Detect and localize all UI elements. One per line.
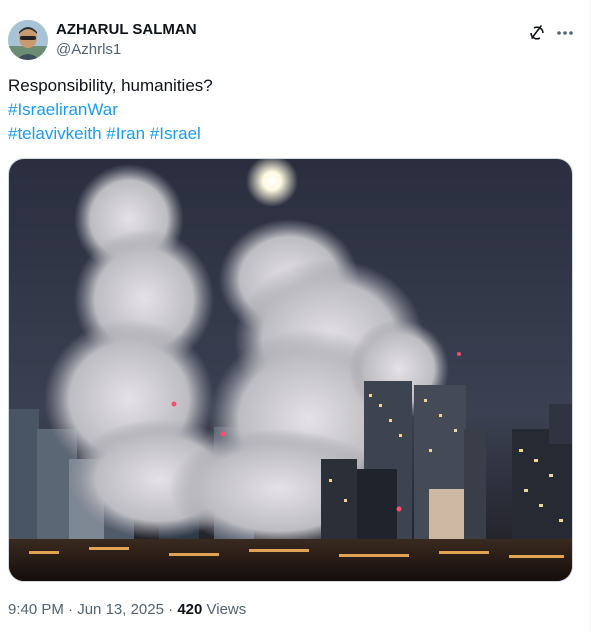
hashtag-iran[interactable]: #Iran xyxy=(106,124,145,143)
hashtag-israeliranwar[interactable]: #IsraeliranWar xyxy=(8,100,118,119)
hashtag-line-2: #telavivkeith #Iran #Israel xyxy=(8,122,568,146)
meta-separator-2: · xyxy=(168,601,174,618)
tweet-text-line: Responsibility, humanities? xyxy=(8,76,213,95)
author-handle[interactable]: @Azhrls1 xyxy=(56,40,121,60)
ground xyxy=(9,539,572,581)
tweet-card: AZHARUL SALMAN @Azhrls1 Responsibility, … xyxy=(0,0,591,632)
tweet-photo[interactable] xyxy=(8,158,573,582)
hashtag-telavivkeith[interactable]: #telavivkeith xyxy=(8,124,102,143)
meta-separator: · xyxy=(68,601,74,618)
night-city-photo xyxy=(9,159,572,581)
hashtag-israel[interactable]: #Israel xyxy=(150,124,201,143)
hashtag-line-1: #IsraeliranWar xyxy=(8,98,568,122)
avatar[interactable] xyxy=(8,20,48,60)
tweet-time[interactable]: 9:40 PM xyxy=(8,601,64,618)
views-count: 420 xyxy=(177,601,203,618)
grok-icon[interactable] xyxy=(526,22,548,44)
views-label: Views xyxy=(206,601,247,618)
tweet-date[interactable]: Jun 13, 2025 xyxy=(77,601,164,618)
tweet-text: Responsibility, humanities? #IsraeliranW… xyxy=(8,74,568,146)
tweet-meta: 9:40 PM · Jun 13, 2025 · 420 Views xyxy=(8,600,246,620)
author-name[interactable]: AZHARUL SALMAN xyxy=(56,20,197,40)
more-icon[interactable] xyxy=(554,22,576,44)
tweet-header: AZHARUL SALMAN @Azhrls1 xyxy=(8,18,578,62)
